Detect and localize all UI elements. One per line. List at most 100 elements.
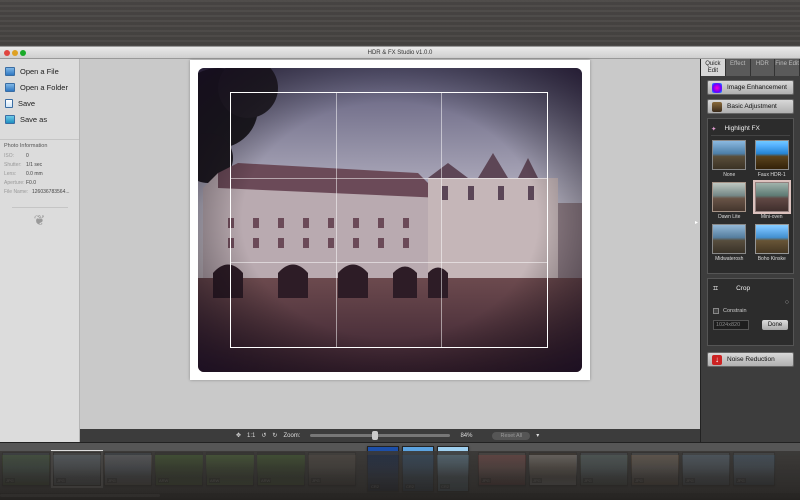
image-canvas[interactable]: ▸ [80,59,700,429]
right-panel: Quick Edit Effect HDR Fine Edit Image En… [700,59,800,442]
open-file-button[interactable]: Open a File [0,63,79,79]
thumbnail-reflection [733,455,775,477]
fx-dawn-lite[interactable]: Dawn Lite [711,182,748,220]
thumbnail-reflection [682,455,730,477]
fx-boho-kinske[interactable]: Boho Kinske [754,224,791,262]
noise-reduction-icon: ↓ [712,354,722,365]
save-as-label: Save as [20,114,48,124]
tab-quick-edit[interactable]: Quick Edit [701,59,726,76]
fx-label: Faux HDR-1 [757,172,786,178]
info-key: Aperture: [4,180,25,186]
noise-reduction-label: Noise Reduction [727,356,775,363]
save-as-button[interactable]: Save as [0,111,79,127]
thumbnail-reflection [631,455,679,477]
constrain-label: Constrain [723,308,747,314]
crop-grid-line [336,93,338,347]
info-row-aperture: Aperture: F0.0 [4,179,79,188]
crop-grid-line [231,177,547,179]
crop-size-field[interactable]: 1024x820 [713,320,749,330]
fx-grid: None Faux HDR-1 Dawn Lite Mini-oven Midw… [711,140,791,262]
tab-hdr[interactable]: HDR [750,59,776,76]
photo-info-header: Photo Information [4,143,48,149]
info-row-lens: Lens: 0.0 mm [4,170,79,179]
maximize-window-button[interactable] [20,50,26,56]
zoom-slider-knob[interactable] [372,431,379,440]
reset-all-button[interactable]: Reset All [492,431,531,440]
info-key: Shutter: [4,162,22,168]
save-button[interactable]: Save [0,95,79,111]
fx-none[interactable]: None [711,140,748,178]
fx-label: Midwaterosh [715,256,744,262]
actual-size-button[interactable]: 1:1 [247,433,255,439]
info-key: File Name: [4,189,29,195]
fx-label: None [723,172,736,178]
info-value: 0 [26,153,29,159]
open-folder-button[interactable]: Open a Folder [0,79,79,95]
fx-faux-hdr-1[interactable]: Faux HDR-1 [754,140,791,178]
fx-label: Mini-oven [760,214,783,220]
tab-bar: Quick Edit Effect HDR Fine Edit [701,59,800,76]
crop-size-row: 1024x820 Done [713,320,788,330]
basic-adjustment-button[interactable]: Basic Adjustment [707,99,794,114]
folder-icon [5,82,15,92]
constrain-checkbox[interactable]: Constrain [713,308,788,314]
info-value: 0.0 mm [26,171,43,177]
adjustment-icon [712,101,722,112]
thumbnail-reflection [206,455,254,477]
noise-reduction-button[interactable]: ↓ Noise Reduction [707,352,794,367]
save-icon [5,98,13,108]
rotate-left-icon[interactable]: ↺ [261,432,266,439]
zoom-toolbar: ✥ 1:1 ↺ ↻ Zoom: 84% Reset All ▾ [80,429,700,442]
close-window-button[interactable] [4,50,10,56]
crop-grid-line [231,262,547,264]
window-title: HDR & FX Studio v1.0.0 [367,50,433,56]
tab-fine-edit[interactable]: Fine Edit [775,59,800,76]
fx-mini-oven[interactable]: Mini-oven [752,180,791,220]
crop-title: Crop [736,284,751,292]
thumbnail-reflection [53,455,101,477]
highlight-fx-panel: ✦ Highlight FX None Faux HDR-1 Dawn Lite [707,118,794,274]
fx-thumbnail [754,140,789,170]
rotate-right-icon[interactable]: ↻ [272,432,277,439]
title-bar: HDR & FX Studio v1.0.0 [0,47,800,59]
main-photo[interactable] [198,68,582,372]
crop-panel: ⌗ Crop ○ Constrain 1024x820 Done [707,278,794,346]
tab-effect[interactable]: Effect [725,59,751,76]
fx-midwaterosh[interactable]: Midwaterosh [711,224,748,262]
save-as-icon [5,114,15,124]
thumbnail-reflection [529,455,577,477]
zoom-label: Zoom: [283,432,301,439]
minimize-window-button[interactable] [12,50,18,56]
image-enhancement-button[interactable]: Image Enhancement [707,80,794,95]
thumbnail-reflection [478,455,526,477]
fx-label: Boho Kinske [757,256,786,262]
thumbnail-reflection [402,455,434,477]
basic-adjustment-label: Basic Adjustment [727,103,777,110]
fx-thumbnail [712,182,747,212]
thumbnail-reflection [155,455,203,477]
crop-done-button[interactable]: Done [762,320,788,330]
ornament-icon: ❦ [11,207,68,229]
crop-icon: ⌗ [713,282,719,293]
crop-rotate-icon[interactable]: ○ [785,299,789,306]
info-key: ISO: [4,153,15,159]
info-row-iso: ISO: 0 [4,152,79,161]
save-label: Save [18,98,36,108]
open-folder-label: Open a Folder [20,82,68,92]
crop-selection-box[interactable] [230,92,548,348]
zoom-value: 84% [460,432,473,439]
info-value: 126036783564... [32,189,70,195]
zoom-slider[interactable] [310,431,451,440]
highlight-fx-title: Highlight FX [724,125,760,132]
info-row-filename: File Name: 126036783564... [4,188,79,197]
reset-dropdown-icon[interactable]: ▾ [536,432,539,439]
collapse-panel-arrow-icon[interactable]: ▸ [695,219,698,226]
app-window: HDR & FX Studio v1.0.0 Open a File Open … [0,46,800,498]
fx-thumbnail [712,224,747,254]
thumbnail-reflection [2,455,50,477]
photo-frame [190,60,590,380]
fx-thumbnail [752,180,791,214]
constrain-check[interactable] [713,308,719,314]
filmstrip-reflection [0,451,800,500]
move-icon[interactable]: ✥ [236,432,241,439]
